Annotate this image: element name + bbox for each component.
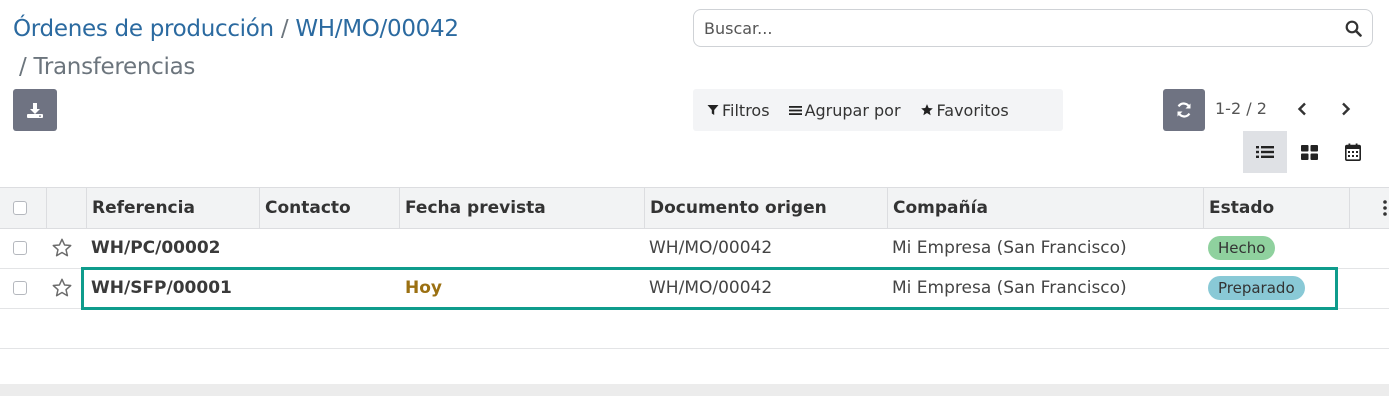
groupby-button[interactable]: Agrupar por bbox=[777, 89, 908, 131]
page-title: Transferencias bbox=[33, 54, 196, 80]
favorite-column-header bbox=[47, 188, 87, 228]
favorites-label: Favoritos bbox=[936, 100, 1009, 120]
view-switcher bbox=[1243, 131, 1375, 173]
cell-company: Mi Empresa (San Francisco) bbox=[892, 238, 1127, 258]
calendar-icon bbox=[1345, 143, 1361, 161]
breadcrumb-separator: / bbox=[19, 54, 27, 80]
column-header-company[interactable]: Compañía bbox=[888, 188, 1204, 228]
favorites-button[interactable]: Favoritos bbox=[908, 89, 1016, 131]
kanban-view-button[interactable] bbox=[1287, 131, 1331, 173]
breadcrumb: Órdenes de producción / WH/MO/00042 / Tr… bbox=[13, 10, 653, 86]
calendar-view-button[interactable] bbox=[1331, 131, 1375, 173]
pager-value[interactable]: 1-2 / 2 bbox=[1215, 97, 1267, 121]
row-highlight-box bbox=[81, 267, 1338, 310]
chevron-right-icon bbox=[1342, 102, 1351, 116]
download-button[interactable] bbox=[13, 89, 57, 131]
column-header-contact[interactable]: Contacto bbox=[260, 188, 400, 228]
breadcrumb-link-manufacturing-orders[interactable]: Órdenes de producción bbox=[13, 16, 274, 42]
download-icon bbox=[27, 103, 43, 118]
list-view-icon bbox=[1256, 146, 1274, 158]
row-checkbox[interactable] bbox=[13, 281, 27, 295]
cell-reference: WH/PC/00002 bbox=[91, 238, 221, 258]
status-badge: Hecho bbox=[1208, 236, 1276, 260]
kanban-view-icon bbox=[1300, 144, 1318, 160]
column-header-scheduled-date[interactable]: Fecha prevista bbox=[400, 188, 645, 228]
chevron-left-icon bbox=[1297, 102, 1306, 116]
filter-icon bbox=[707, 104, 719, 116]
star-icon bbox=[920, 103, 934, 117]
select-all-checkbox[interactable] bbox=[13, 201, 27, 215]
cell-source-document: WH/MO/00042 bbox=[649, 238, 773, 258]
cell-status: Hecho bbox=[1208, 229, 1276, 268]
search-icon[interactable] bbox=[1338, 13, 1368, 43]
search-panel-options: Filtros Agrupar por Favoritos bbox=[693, 89, 1063, 131]
optional-columns-toggle[interactable] bbox=[1350, 188, 1389, 228]
refresh-icon bbox=[1177, 102, 1191, 118]
groupby-label: Agrupar por bbox=[804, 100, 901, 120]
column-header-status[interactable]: Estado bbox=[1204, 188, 1350, 228]
vertical-dots-icon bbox=[1383, 200, 1387, 216]
filters-label: Filtros bbox=[722, 100, 770, 120]
horizontal-scrollbar[interactable] bbox=[0, 384, 1389, 396]
empty-row bbox=[0, 309, 1389, 349]
list-view-button[interactable] bbox=[1243, 131, 1287, 173]
star-outline-icon[interactable] bbox=[51, 277, 73, 299]
star-outline-icon[interactable] bbox=[51, 237, 73, 259]
pager-next-button[interactable] bbox=[1333, 96, 1359, 122]
table-header: Referencia Contacto Fecha prevista Docum… bbox=[0, 187, 1389, 229]
search-input[interactable] bbox=[702, 17, 1338, 39]
row-checkbox[interactable] bbox=[13, 241, 27, 255]
column-header-reference[interactable]: Referencia bbox=[87, 188, 260, 228]
pager-previous-button[interactable] bbox=[1289, 96, 1315, 122]
select-all-cell bbox=[0, 188, 47, 228]
refresh-button[interactable] bbox=[1163, 89, 1205, 131]
filters-button[interactable]: Filtros bbox=[693, 89, 777, 131]
breadcrumb-link-production-order[interactable]: WH/MO/00042 bbox=[295, 16, 459, 42]
search-bar bbox=[693, 9, 1373, 47]
column-header-source-document[interactable]: Documento origen bbox=[645, 188, 888, 228]
list-lines-icon bbox=[788, 104, 802, 116]
breadcrumb-separator: / bbox=[280, 16, 289, 42]
table-row[interactable]: WH/PC/00002 WH/MO/00042 Mi Empresa (San … bbox=[0, 229, 1389, 269]
